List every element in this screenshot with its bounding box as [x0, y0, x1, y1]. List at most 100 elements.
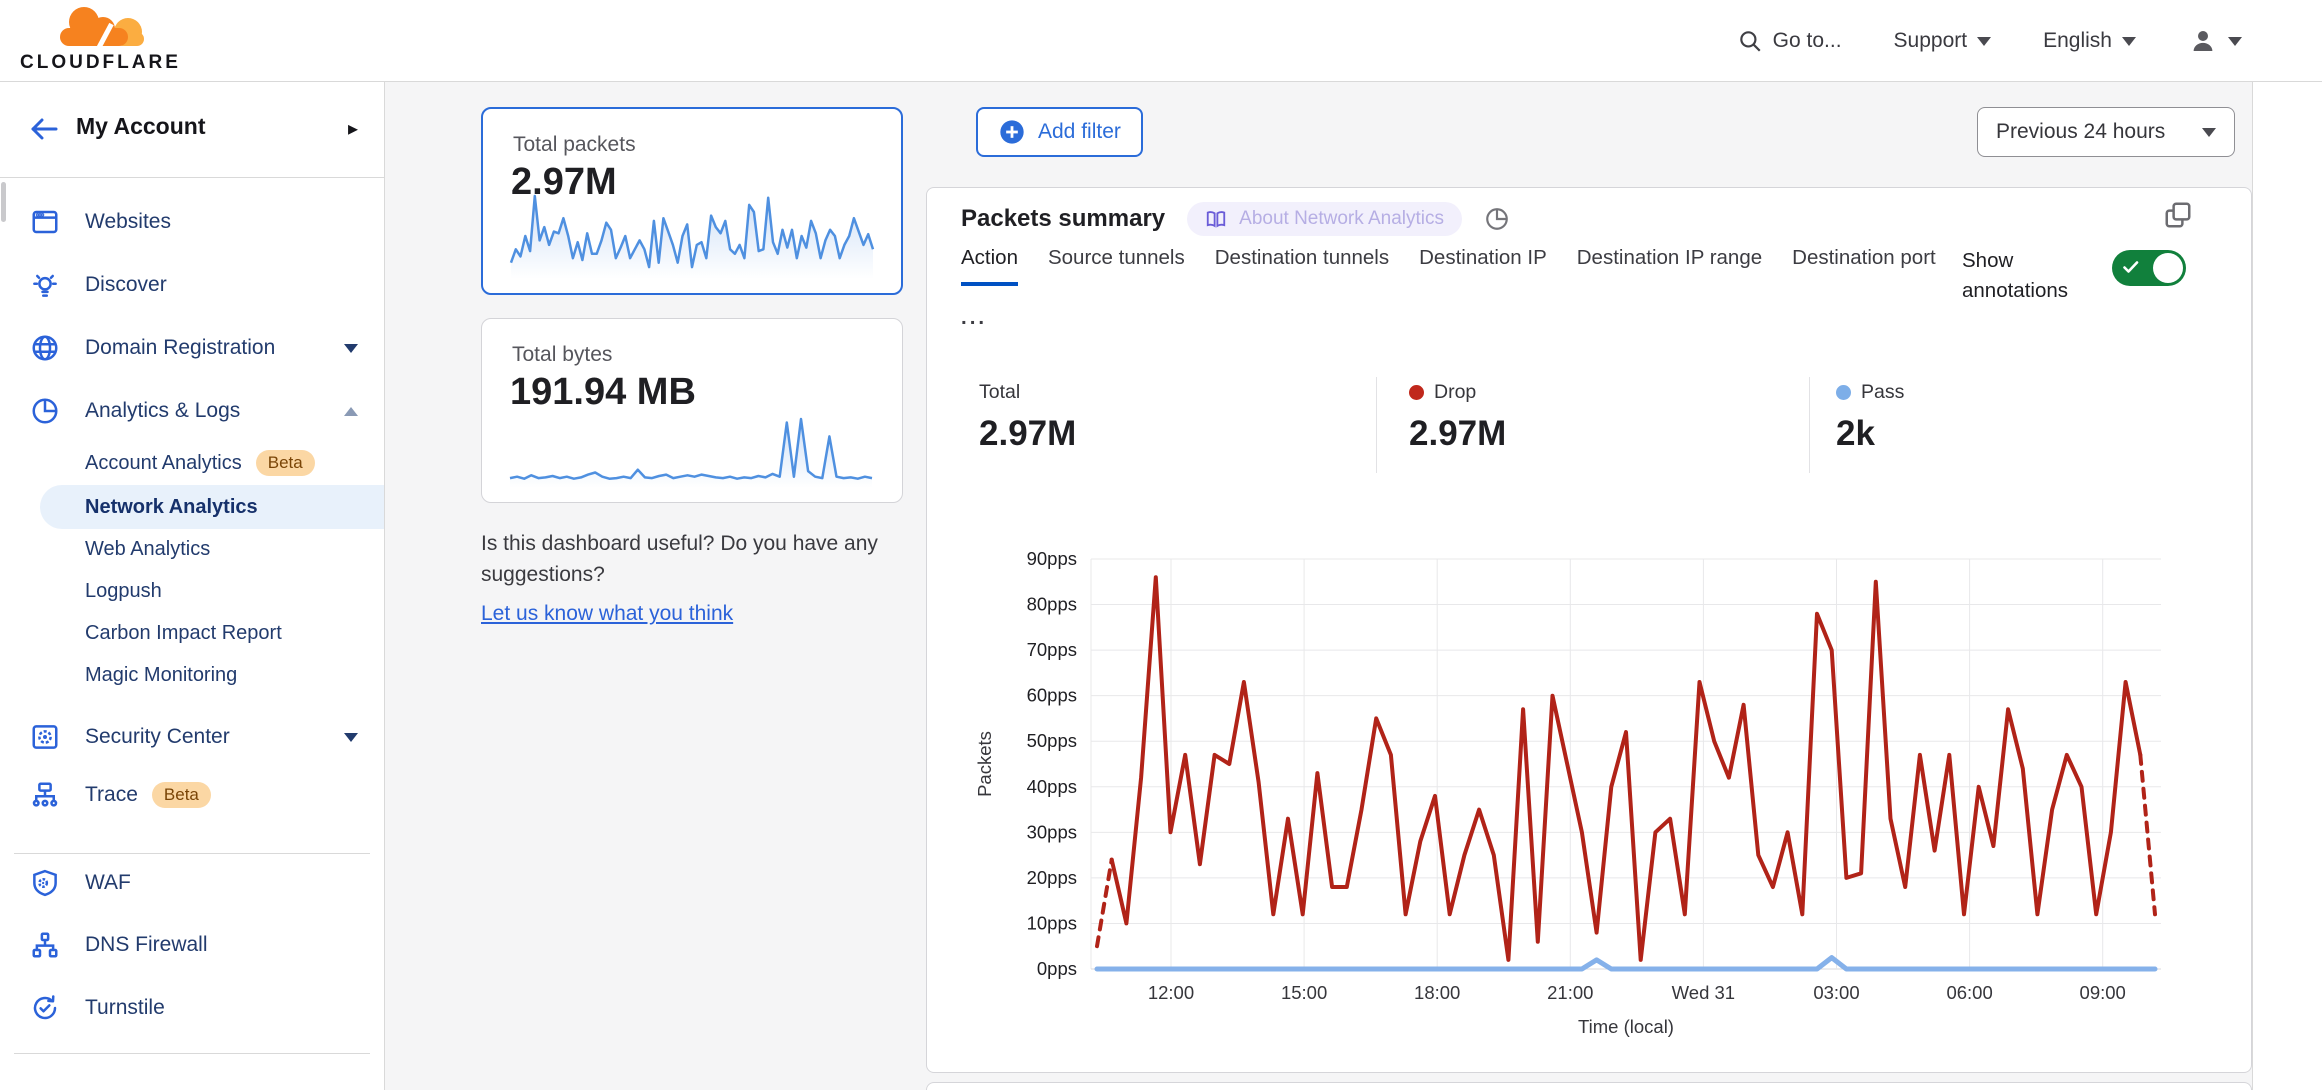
about-badge-label: About Network Analytics — [1239, 208, 1444, 230]
svg-text:30pps: 30pps — [1027, 821, 1077, 842]
stat-divider — [1376, 377, 1377, 473]
tab-action[interactable]: Action — [961, 246, 1018, 286]
browser-window-icon — [30, 207, 60, 237]
feedback-block: Is this dashboard useful? Do you have an… — [481, 528, 951, 629]
sidebar-item-label: DNS Firewall — [85, 933, 208, 957]
total-bytes-label: Total bytes — [512, 343, 612, 367]
sidebar-item-security-center[interactable]: Security Center — [0, 712, 384, 762]
total-bytes-card[interactable]: Total bytes 191.94 MB — [481, 318, 903, 503]
sidebar-item-label: Security Center — [85, 725, 230, 749]
sidebar-item-analytics-logs[interactable]: Analytics & Logs — [0, 386, 384, 436]
tab-destination-tunnels[interactable]: Destination tunnels — [1215, 246, 1389, 286]
sidebar-item-carbon-impact-report[interactable]: Carbon Impact Report — [85, 611, 384, 655]
sidebar-item-websites[interactable]: Websites — [0, 197, 384, 247]
plus-circle-icon — [998, 118, 1026, 146]
tabs-more-button[interactable]: ... — [961, 300, 987, 342]
add-filter-label: Add filter — [1038, 120, 1121, 144]
sidebar-item-dns-firewall[interactable]: DNS Firewall — [0, 920, 384, 970]
sidebar-item-label: Domain Registration — [85, 336, 275, 360]
packets-time-series-chart[interactable]: 0pps10pps20pps30pps40pps50pps60pps70pps8… — [947, 535, 2237, 1055]
user-menu[interactable] — [2188, 26, 2242, 56]
sidebar-item-label: Logpush — [85, 580, 162, 603]
svg-text:10pps: 10pps — [1027, 912, 1077, 933]
stat-value: 2.97M — [1409, 414, 1506, 454]
sidebar-item-domain-registration[interactable]: Domain Registration — [0, 323, 384, 373]
language-label: English — [2043, 29, 2112, 53]
stat-pass: Pass 2k — [1836, 381, 1904, 454]
support-menu[interactable]: Support — [1894, 29, 1992, 53]
sidebar-item-label: Discover — [85, 273, 167, 297]
tab-destination-port[interactable]: Destination port — [1792, 246, 1936, 286]
sidebar-item-label: Network Analytics — [85, 496, 258, 519]
time-range-dropdown[interactable]: Previous 24 hours — [1977, 107, 2235, 157]
support-label: Support — [1894, 29, 1968, 53]
language-menu[interactable]: English — [2043, 29, 2136, 53]
about-network-analytics-badge[interactable]: About Network Analytics — [1187, 202, 1462, 236]
svg-text:06:00: 06:00 — [1946, 982, 1992, 1003]
svg-text:09:00: 09:00 — [2080, 982, 2126, 1003]
sidebar-divider — [14, 1053, 370, 1054]
sidebar-item-network-analytics[interactable]: Network Analytics — [40, 485, 384, 529]
top-header: CLOUDFLARE Go to... Support English — [0, 0, 2322, 82]
chevron-down-icon — [344, 344, 358, 360]
sidebar-item-magic-monitoring[interactable]: Magic Monitoring — [85, 653, 384, 697]
feedback-link[interactable]: Let us know what you think — [481, 598, 733, 629]
cloudflare-dashboard: CLOUDFLARE Go to... Support English — [0, 0, 2322, 1090]
drop-legend-dot — [1409, 385, 1424, 400]
shield-gear-icon — [30, 868, 60, 898]
beta-badge: Beta — [256, 450, 315, 476]
sidebar-item-account-analytics[interactable]: Account Analytics Beta — [85, 441, 384, 485]
svg-text:90pps: 90pps — [1027, 548, 1077, 569]
svg-text:70pps: 70pps — [1027, 639, 1077, 660]
main-content: Total packets 2.97M Total bytes 191.94 M… — [385, 82, 2252, 1090]
cloudflare-logo[interactable]: CLOUDFLARE — [20, 4, 180, 78]
svg-text:40pps: 40pps — [1027, 776, 1077, 797]
tab-destination-ip-range[interactable]: Destination IP range — [1577, 246, 1762, 286]
sidebar-item-logpush[interactable]: Logpush — [85, 569, 384, 613]
copy-panel-icon[interactable] — [2163, 200, 2193, 235]
svg-text:21:00: 21:00 — [1547, 982, 1593, 1003]
sidebar-item-label: Turnstile — [85, 996, 165, 1020]
total-bytes-sparkline — [508, 412, 874, 490]
feedback-text: Is this dashboard useful? Do you have an… — [481, 528, 951, 590]
sidebar-item-partial[interactable] — [0, 1077, 384, 1090]
chevron-down-icon — [2228, 37, 2242, 53]
total-bytes-value: 191.94 MB — [510, 371, 696, 414]
stat-label: Drop — [1434, 381, 1476, 404]
next-panel-partial — [926, 1082, 2252, 1090]
beta-badge: Beta — [152, 782, 211, 808]
account-expand-icon[interactable]: ▸ — [348, 116, 358, 141]
tab-source-tunnels[interactable]: Source tunnels — [1048, 246, 1185, 286]
sidebar-item-label: Carbon Impact Report — [85, 622, 282, 645]
pass-legend-dot — [1836, 385, 1851, 400]
panel-title: Packets summary — [961, 205, 1165, 233]
sidebar-item-trace[interactable]: Trace Beta — [0, 770, 384, 820]
safe-icon — [30, 722, 60, 752]
pie-icon[interactable] — [1484, 206, 1510, 232]
sidebar-item-web-analytics[interactable]: Web Analytics — [85, 527, 384, 571]
stats-row: Total 2.97M Drop 2.97M Pass 2k — [927, 373, 2251, 483]
svg-text:Packets: Packets — [974, 731, 995, 797]
total-packets-card[interactable]: Total packets 2.97M — [481, 107, 903, 295]
svg-text:50pps: 50pps — [1027, 730, 1077, 751]
sidebar-item-turnstile[interactable]: Turnstile — [0, 983, 384, 1033]
svg-text:18:00: 18:00 — [1414, 982, 1460, 1003]
stat-label: Pass — [1861, 381, 1904, 404]
goto-search[interactable]: Go to... — [1737, 28, 1842, 54]
total-packets-label: Total packets — [513, 133, 636, 157]
toggle-knob — [2153, 253, 2183, 283]
stat-value: 2k — [1836, 414, 1904, 454]
show-annotations-toggle[interactable] — [2112, 250, 2186, 286]
sidebar-nav: My Account ▸ Websites Discover Domain Re… — [0, 82, 385, 1090]
chevron-down-icon — [344, 733, 358, 749]
sidebar-item-waf[interactable]: WAF — [0, 858, 384, 908]
sidebar-item-label: WAF — [85, 871, 131, 895]
chevron-down-icon — [1977, 37, 1991, 53]
tab-destination-ip[interactable]: Destination IP — [1419, 246, 1547, 286]
check-icon — [2123, 260, 2139, 274]
back-arrow-icon[interactable] — [28, 114, 60, 149]
cloudflare-logo-text: CLOUDFLARE — [20, 52, 180, 74]
sidebar-item-label: Web Analytics — [85, 538, 210, 561]
sidebar-item-discover[interactable]: Discover — [0, 260, 384, 310]
add-filter-button[interactable]: Add filter — [976, 107, 1143, 157]
